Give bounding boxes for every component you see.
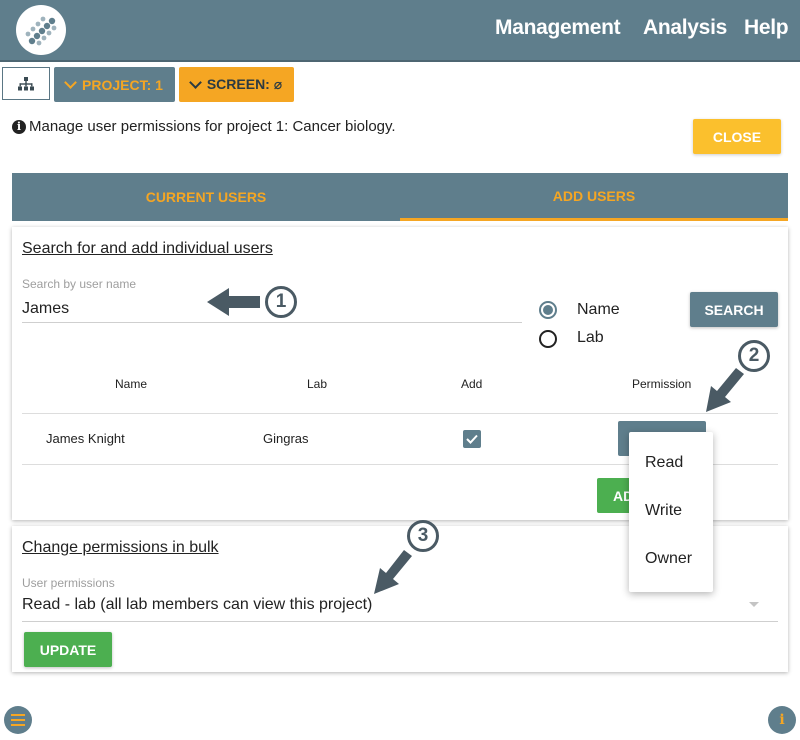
- bulk-select-label: User permissions: [22, 576, 115, 590]
- add-user-checkbox[interactable]: [463, 430, 481, 448]
- chevron-down-icon: [188, 76, 202, 89]
- dropdown-caret-icon[interactable]: [749, 602, 759, 607]
- annotation-arrow-2-icon: [706, 368, 744, 412]
- permission-menu: Read Write Owner: [629, 432, 713, 592]
- tab-add-users[interactable]: ADD USERS: [400, 173, 788, 221]
- info-text: Manage user permissions for project 1: C…: [29, 118, 396, 135]
- menu-item-write[interactable]: Write: [645, 502, 682, 520]
- search-button[interactable]: SEARCH: [690, 292, 778, 327]
- screen-button[interactable]: SCREEN: ⌀: [179, 67, 294, 102]
- radio-lab-label: Lab: [577, 329, 604, 346]
- info-message: i Manage user permissions for project 1:…: [12, 118, 396, 135]
- tab-bar: CURRENT USERS ADD USERS: [12, 173, 788, 221]
- update-button[interactable]: UPDATE: [24, 632, 112, 667]
- column-header-name: Name: [115, 377, 148, 391]
- project-button[interactable]: PROJECT: 1: [54, 67, 175, 102]
- bulk-section-title: Change permissions in bulk: [22, 539, 219, 556]
- row-user-name: James Knight: [46, 431, 125, 446]
- chevron-down-icon: [64, 76, 77, 89]
- screen-button-label: SCREEN: ⌀: [206, 76, 283, 92]
- annotation-marker-1: 1: [265, 286, 297, 318]
- close-button[interactable]: CLOSE: [693, 119, 781, 154]
- tab-current-users[interactable]: CURRENT USERS: [12, 173, 400, 221]
- search-input-underline: [22, 322, 522, 323]
- logo-mark-icon: [25, 16, 57, 46]
- menu-item-owner[interactable]: Owner: [645, 550, 692, 568]
- search-field-label: Search by user name: [22, 277, 137, 291]
- bulk-select-underline: [22, 621, 778, 622]
- project-button-label: PROJECT: 1: [82, 76, 163, 93]
- annotation-arrow-3-icon: [374, 550, 412, 594]
- info-fab[interactable]: i: [768, 706, 796, 734]
- search-input[interactable]: James: [22, 300, 69, 318]
- info-icon: i: [12, 119, 26, 134]
- radio-lab[interactable]: [539, 330, 557, 348]
- column-header-lab: Lab: [307, 377, 328, 391]
- column-header-permission: Permission: [632, 377, 692, 391]
- nav-analysis[interactable]: Analysis: [643, 16, 727, 40]
- bulk-permission-select[interactable]: Read - lab (all lab members can view thi…: [22, 596, 372, 614]
- checkmark-icon: [466, 434, 478, 444]
- radio-name[interactable]: [539, 301, 557, 319]
- menu-item-read[interactable]: Read: [645, 454, 683, 472]
- individual-section-title: Search for and add individual users: [22, 240, 273, 257]
- table-divider: [22, 413, 778, 414]
- row-user-lab: Gingras: [263, 431, 309, 446]
- info-icon: i: [779, 712, 785, 728]
- menu-fab[interactable]: [4, 706, 32, 734]
- nav-management[interactable]: Management: [495, 16, 621, 40]
- radio-name-label: Name: [577, 301, 620, 318]
- hamburger-icon: [11, 714, 25, 726]
- app-logo[interactable]: [16, 5, 66, 55]
- annotation-arrow-1-icon: [207, 288, 260, 316]
- hierarchy-icon: [18, 76, 34, 90]
- column-header-add: Add: [461, 377, 483, 391]
- nav-help[interactable]: Help: [744, 16, 789, 40]
- hierarchy-button[interactable]: [2, 67, 50, 100]
